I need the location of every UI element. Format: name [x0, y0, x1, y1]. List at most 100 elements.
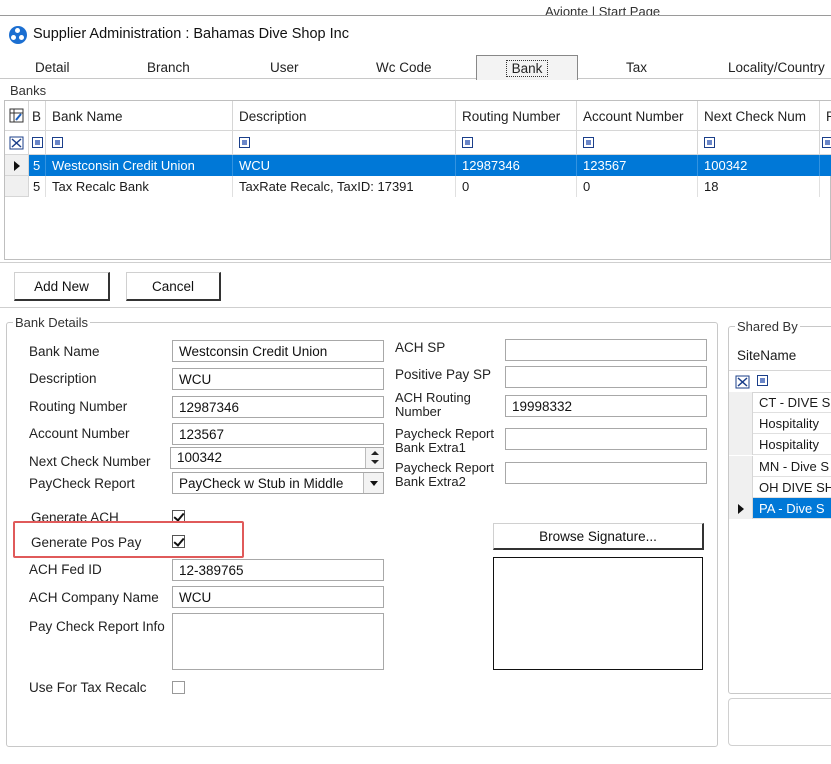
list-item[interactable]: OH DIVE SH — [729, 477, 831, 498]
column-chooser-icon[interactable] — [5, 101, 29, 131]
row-indicator[interactable] — [5, 176, 29, 197]
filter-description[interactable] — [233, 131, 456, 155]
cell-account-number: 0 — [577, 176, 698, 197]
decrement-icon[interactable] — [371, 460, 379, 464]
filter-next-check-num[interactable] — [698, 131, 820, 155]
shared-by-footer-panel — [728, 698, 831, 746]
ach-routing-number-label: ACH Routing Number — [395, 391, 471, 419]
row-indicator[interactable] — [729, 434, 753, 455]
use-for-tax-recalc-checkbox[interactable] — [172, 681, 185, 694]
tab-detail[interactable]: Detail — [35, 60, 70, 75]
site-name: PA - Dive S — [759, 501, 825, 516]
title-bar: Supplier Administration : Bahamas Dive S… — [0, 17, 831, 53]
filter-icon — [462, 137, 473, 148]
routing-number-field[interactable]: 12987346 — [172, 396, 384, 418]
table-row[interactable]: 5 Westconsin Credit Union WCU 12987346 1… — [5, 155, 831, 176]
positive-pay-sp-label: Positive Pay SP — [395, 367, 492, 382]
paycheck-report-select[interactable]: PayCheck w Stub in Middle — [172, 472, 384, 494]
cell-bank-name: Tax Recalc Bank — [46, 176, 233, 197]
list-item[interactable]: CT - DIVE S — [729, 392, 831, 413]
list-item[interactable]: MN - Dive S — [729, 456, 831, 477]
row-indicator[interactable] — [729, 477, 753, 498]
generate-pos-pay-label: Generate Pos Pay — [31, 535, 142, 550]
paycheck-report-bank-extra2-field[interactable] — [505, 462, 707, 484]
column-header-p[interactable]: P — [820, 101, 831, 131]
filter-icon[interactable] — [757, 375, 768, 386]
extra2-label-line1: Paycheck Report — [395, 460, 494, 475]
next-check-number-label: Next Check Number — [29, 454, 151, 469]
filter-icon — [239, 137, 250, 148]
filter-clear-icon[interactable] — [5, 131, 29, 155]
bank-name-field[interactable]: Westconsin Credit Union — [172, 340, 384, 362]
column-header-b[interactable]: B — [29, 101, 46, 131]
tab-locality-country[interactable]: Locality/Country — [728, 60, 825, 75]
tab-tax[interactable]: Tax — [626, 60, 647, 75]
tab-user[interactable]: User — [270, 60, 299, 75]
filter-p[interactable] — [820, 131, 831, 155]
cell-bank-name: Westconsin Credit Union — [46, 155, 233, 176]
account-number-field[interactable]: 123567 — [172, 423, 384, 445]
window-title: Supplier Administration : Bahamas Dive S… — [33, 26, 349, 42]
tab-wc-code[interactable]: Wc Code — [376, 60, 432, 75]
filter-account-number[interactable] — [577, 131, 698, 155]
account-number-label: Account Number — [29, 426, 130, 441]
row-indicator[interactable] — [729, 413, 753, 434]
row-indicator[interactable] — [729, 392, 753, 413]
ach-routing-number-field[interactable]: 19998332 — [505, 395, 707, 417]
next-check-number-stepper[interactable]: 100342 — [170, 447, 384, 469]
column-header-bank-name[interactable]: Bank Name — [46, 101, 233, 131]
add-new-button[interactable]: Add New — [14, 272, 110, 301]
filter-routing-number[interactable] — [456, 131, 577, 155]
current-row-arrow-icon — [738, 504, 744, 514]
cancel-button[interactable]: Cancel — [126, 272, 221, 301]
cell-routing-number: 12987346 — [456, 155, 577, 176]
positive-pay-sp-field[interactable] — [505, 366, 707, 388]
row-indicator[interactable] — [5, 155, 29, 176]
column-header-description[interactable]: Description — [233, 101, 456, 131]
background-window-title: Avionte | Start Page — [0, 0, 831, 16]
cell-b: 5 — [29, 176, 46, 197]
cell-description: WCU — [233, 155, 456, 176]
shared-by-section-label: Shared By — [735, 319, 800, 334]
table-row[interactable]: 5 Tax Recalc Bank TaxRate Recalc, TaxID:… — [5, 176, 831, 197]
list-item[interactable]: Hospitality — [729, 434, 831, 455]
row-indicator[interactable] — [729, 456, 753, 477]
increment-icon[interactable] — [371, 451, 379, 455]
paycheck-report-value: PayCheck w Stub in Middle — [179, 476, 344, 491]
filter-clear-icon[interactable] — [735, 375, 751, 389]
dropdown-arrow-icon[interactable] — [363, 473, 383, 493]
app-logo-icon — [9, 26, 27, 44]
column-header-routing-number[interactable]: Routing Number — [456, 101, 577, 131]
shared-by-filter-row — [729, 371, 831, 393]
browse-signature-button[interactable]: Browse Signature... — [493, 523, 704, 550]
list-item[interactable]: Hospitality — [729, 413, 831, 434]
column-header-account-number[interactable]: Account Number — [577, 101, 698, 131]
filter-icon — [583, 137, 594, 148]
routing-number-label: Routing Number — [29, 399, 128, 414]
cell-next-check-num: 100342 — [698, 155, 820, 176]
column-header-next-check-num[interactable]: Next Check Num — [698, 101, 820, 131]
site-name: Hospitality — [759, 437, 819, 452]
site-name: OH DIVE SH — [759, 480, 831, 495]
row-indicator[interactable] — [729, 498, 753, 519]
description-field[interactable]: WCU — [172, 368, 384, 390]
paycheck-report-bank-extra1-field[interactable] — [505, 428, 707, 450]
ach-fed-id-field[interactable]: 12-389765 — [172, 559, 384, 581]
ach-sp-field[interactable] — [505, 339, 707, 361]
stepper-buttons[interactable] — [365, 448, 383, 468]
pay-check-report-info-label: Pay Check Report Info — [29, 619, 165, 634]
current-row-arrow-icon — [14, 161, 20, 171]
tab-bank[interactable]: Bank — [476, 55, 578, 80]
pay-check-report-info-textarea[interactable] — [172, 613, 384, 670]
filter-bank-name[interactable] — [46, 131, 233, 155]
cell-description: TaxRate Recalc, TaxID: 17391 — [233, 176, 456, 197]
sitename-column-header[interactable]: SiteName — [737, 348, 796, 363]
list-item[interactable]: PA - Dive S — [729, 498, 831, 519]
filter-clear-glyph — [9, 136, 24, 150]
background-window-text: Avionte | Start Page — [545, 4, 661, 16]
generate-pos-pay-checkbox[interactable] — [172, 535, 185, 548]
ach-company-name-field[interactable]: WCU — [172, 586, 384, 608]
ach-fed-id-label: ACH Fed ID — [29, 562, 102, 577]
tab-branch[interactable]: Branch — [147, 60, 190, 75]
filter-b[interactable] — [29, 131, 46, 155]
